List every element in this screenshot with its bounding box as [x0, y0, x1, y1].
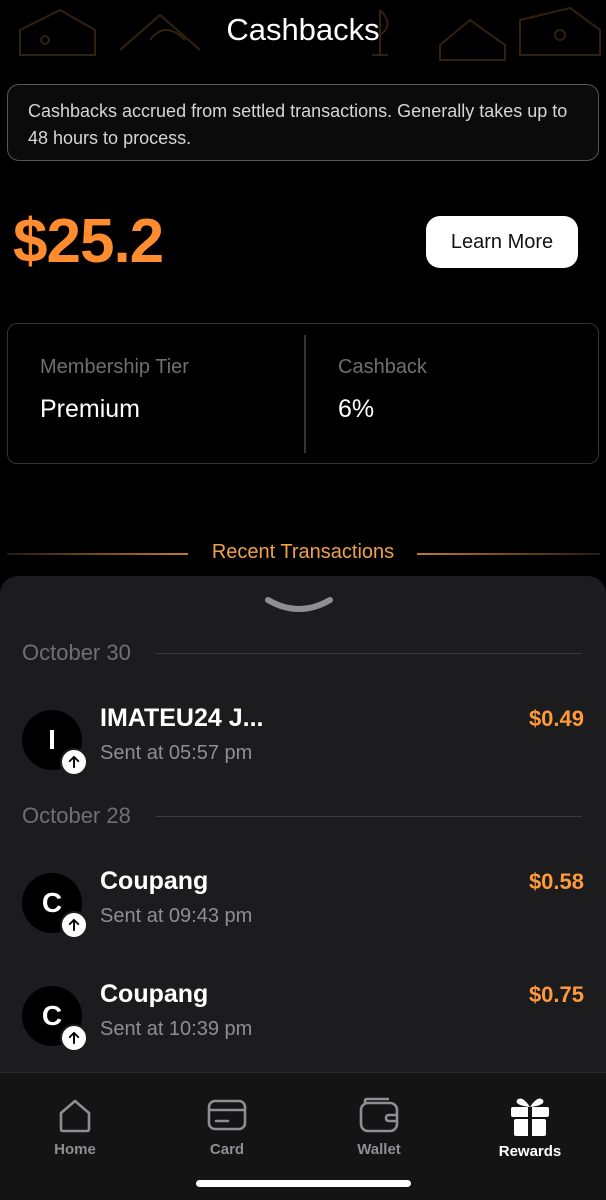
transactions-sheet: October 30 I IMATEU24 J... Sent at 05:57…	[0, 576, 606, 1076]
membership-tier: Membership Tier Premium	[40, 356, 189, 424]
tab-bar: Home Card Wallet Rewards	[0, 1072, 606, 1200]
date-divider	[156, 653, 582, 654]
transaction-time: Sent at 05:57 pm	[100, 742, 253, 764]
home-icon	[59, 1099, 91, 1133]
learn-more-button[interactable]: Learn More	[426, 216, 578, 268]
divider-right	[417, 553, 600, 555]
tab-wallet[interactable]: Wallet	[324, 1095, 434, 1158]
cashback-rate: Cashback 6%	[338, 356, 427, 424]
header: Cashbacks	[0, 0, 606, 70]
card-divider	[304, 335, 306, 453]
merchant-name: IMATEU24 J...	[100, 704, 264, 732]
date-header: October 28	[22, 803, 582, 833]
tab-label: Home	[54, 1141, 96, 1158]
arrow-up-icon	[60, 1024, 88, 1052]
merchant-name: Coupang	[100, 980, 209, 1008]
cashback-total: $25.2	[13, 207, 164, 276]
tab-home[interactable]: Home	[20, 1095, 130, 1158]
card-icon	[207, 1099, 247, 1131]
date-divider	[156, 816, 582, 817]
tab-card[interactable]: Card	[172, 1095, 282, 1158]
date-label: October 28	[22, 803, 131, 828]
arrow-up-icon	[60, 748, 88, 776]
wallet-icon	[359, 1097, 399, 1133]
transaction-row[interactable]: C Coupang Sent at 09:43 pm $0.58	[22, 867, 584, 939]
info-banner: Cashbacks accrued from settled transacti…	[7, 84, 599, 161]
tab-label: Rewards	[498, 1143, 562, 1160]
chevron-down-icon[interactable]	[262, 594, 336, 620]
page-title: Cashbacks	[226, 12, 380, 47]
cashback-amount: $0.58	[528, 869, 584, 894]
tab-label: Card	[209, 1141, 245, 1158]
cashback-amount: $0.75	[528, 982, 584, 1007]
merchant-name: Coupang	[100, 867, 209, 895]
membership-card: Membership Tier Premium Cashback 6%	[7, 323, 599, 464]
cashback-rate-value: 6%	[338, 395, 375, 423]
tab-label: Wallet	[357, 1141, 401, 1158]
membership-tier-value: Premium	[40, 395, 141, 423]
info-text: Cashbacks accrued from settled transacti…	[28, 101, 568, 148]
date-header: October 30	[22, 640, 582, 670]
arrow-up-icon	[60, 911, 88, 939]
home-indicator[interactable]	[196, 1180, 411, 1187]
membership-tier-label: Membership Tier	[40, 356, 189, 378]
date-label: October 30	[22, 640, 131, 665]
cashback-amount: $0.49	[528, 706, 584, 731]
tab-rewards[interactable]: Rewards	[475, 1095, 585, 1160]
transaction-time: Sent at 09:43 pm	[100, 905, 253, 927]
transaction-time: Sent at 10:39 pm	[100, 1018, 253, 1040]
transaction-row[interactable]: C Coupang Sent at 10:39 pm $0.75	[22, 980, 584, 1052]
gift-icon	[511, 1098, 549, 1136]
recent-transactions-header: Recent Transactions	[0, 539, 606, 569]
cashback-rate-label: Cashback	[338, 356, 427, 378]
transaction-row[interactable]: I IMATEU24 J... Sent at 05:57 pm $0.49	[22, 704, 584, 776]
